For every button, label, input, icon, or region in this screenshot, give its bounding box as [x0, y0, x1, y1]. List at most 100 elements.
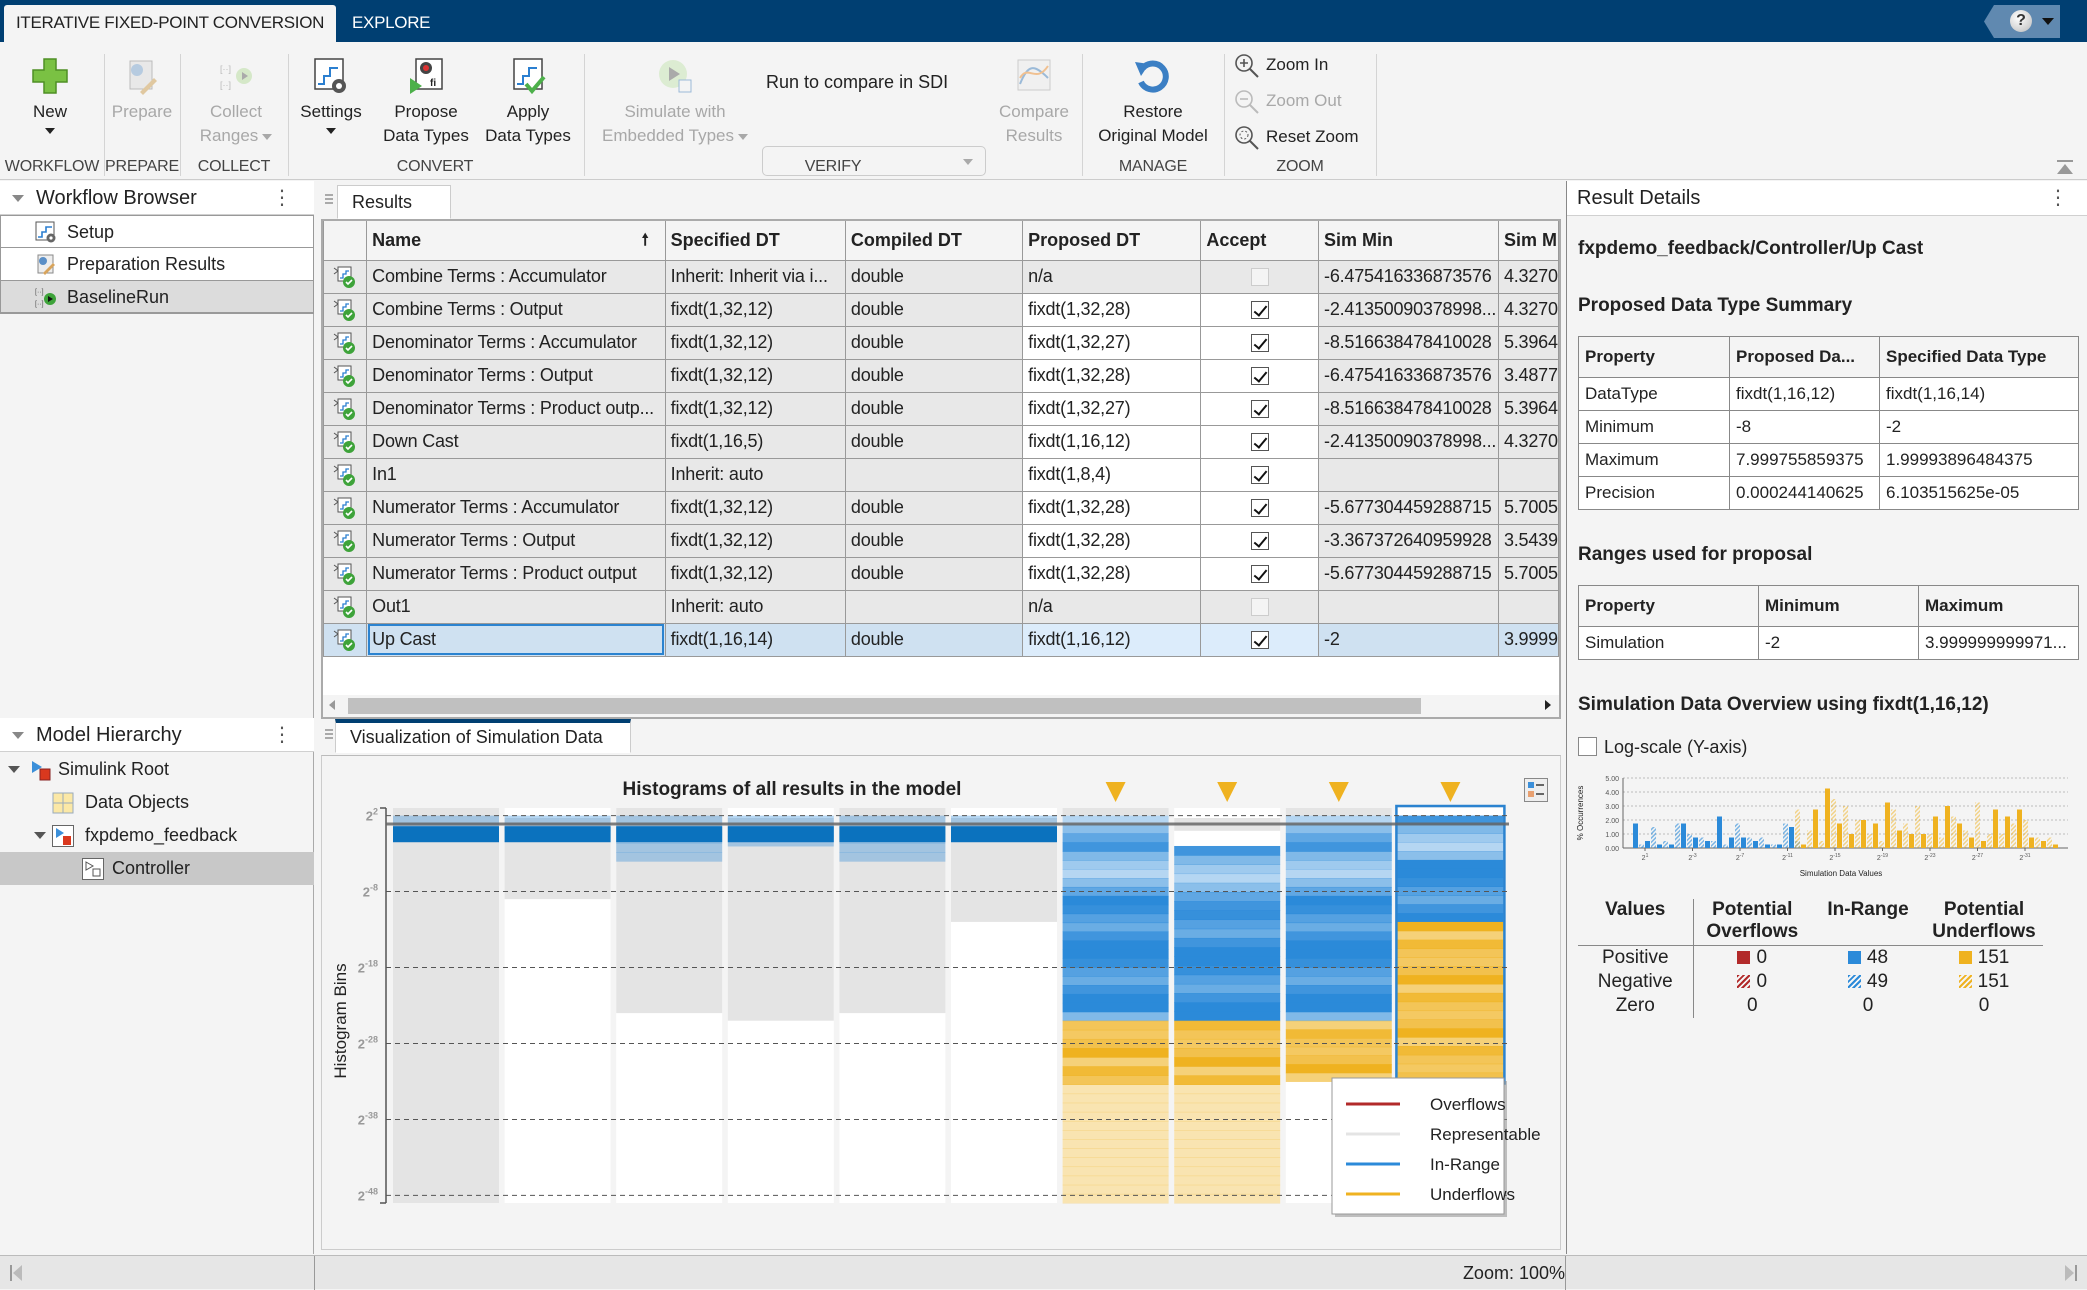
- name-cell[interactable]: Up Cast: [366, 622, 666, 657]
- collapse-left-icon[interactable]: [10, 1265, 24, 1281]
- prepare-button[interactable]: Prepare: [108, 56, 176, 124]
- panel-menu-icon[interactable]: ⋮: [2048, 181, 2068, 216]
- specified-dt-cell[interactable]: Inherit: auto: [664, 457, 846, 492]
- specified-dt-cell[interactable]: Inherit: auto: [664, 589, 846, 624]
- propose-data-types-button[interactable]: fi Propose Data Types: [378, 56, 474, 148]
- legend-toggle-button[interactable]: [1524, 778, 1548, 802]
- table-row[interactable]: Combine Terms : Accumulator Inherit: Inhe…: [323, 259, 1559, 294]
- column-header-compiled-dt[interactable]: Compiled DT: [844, 221, 1024, 261]
- specified-dt-cell[interactable]: fixdt(1,16,14): [664, 622, 846, 657]
- table-row[interactable]: Combine Terms : Output fixdt(1,32,12) doub…: [323, 292, 1559, 327]
- accept-cell[interactable]: [1200, 589, 1320, 624]
- checkbox-box[interactable]: [1578, 737, 1597, 756]
- accept-checkbox[interactable]: [1250, 631, 1269, 650]
- workflow-browser-header[interactable]: Workflow Browser ⋮: [0, 181, 314, 215]
- warning-marker-icon[interactable]: [1328, 782, 1349, 802]
- warning-marker-icon[interactable]: [1440, 782, 1461, 802]
- name-cell[interactable]: Denominator Terms : Accumulator: [366, 325, 666, 360]
- proposed-dt-cell[interactable]: fixdt(1,32,28): [1022, 556, 1202, 591]
- specified-dt-cell[interactable]: Inherit: Inherit via i...: [664, 259, 846, 294]
- warning-marker-icon[interactable]: [1105, 782, 1126, 802]
- settings-button[interactable]: Settings: [296, 56, 366, 134]
- accept-checkbox[interactable]: [1250, 301, 1269, 320]
- workflow-item-baselinerun[interactable]: [··] [··] BaselineRun: [0, 281, 314, 314]
- table-row[interactable]: Down Cast fixdt(1,16,5) double fixdt(1,16,1…: [323, 424, 1559, 459]
- log-scale-checkbox[interactable]: Log-scale (Y-axis): [1578, 736, 1747, 758]
- proposed-dt-cell[interactable]: fixdt(1,32,28): [1022, 292, 1202, 327]
- accept-cell[interactable]: [1200, 391, 1320, 426]
- column-header-name[interactable]: Name 🠕: [366, 221, 666, 261]
- warning-marker-icon[interactable]: [1217, 782, 1238, 802]
- tree-item-simulink-root[interactable]: Simulink Root: [0, 753, 314, 786]
- accept-cell[interactable]: [1200, 325, 1320, 360]
- name-cell[interactable]: Denominator Terms : Output: [366, 358, 666, 393]
- collect-ranges-button[interactable]: [··] [··] Collect Ranges: [190, 56, 282, 148]
- name-cell[interactable]: Numerator Terms : Accumulator: [366, 490, 666, 525]
- proposed-dt-cell[interactable]: fixdt(1,32,27): [1022, 391, 1202, 426]
- specified-dt-cell[interactable]: fixdt(1,16,5): [664, 424, 846, 459]
- collapse-right-icon[interactable]: [2063, 1265, 2077, 1281]
- specified-dt-cell[interactable]: fixdt(1,32,12): [664, 490, 846, 525]
- simulate-with-embedded-types-button[interactable]: Simulate with Embedded Types: [592, 56, 758, 148]
- name-cell[interactable]: Combine Terms : Accumulator: [366, 259, 666, 294]
- apply-data-types-button[interactable]: Apply Data Types: [480, 56, 576, 148]
- accept-cell[interactable]: [1200, 358, 1320, 393]
- tab-iterative-fixed-point-conversion[interactable]: ITERATIVE FIXED-POINT CONVERSION: [4, 5, 337, 42]
- proposed-dt-cell[interactable]: fixdt(1,32,28): [1022, 490, 1202, 525]
- column-header-specified-dt[interactable]: Specified DT: [664, 221, 846, 261]
- tree-item-controller[interactable]: Controller: [0, 852, 314, 885]
- table-row[interactable]: Numerator Terms : Product output fixdt(1,…: [323, 556, 1559, 591]
- accept-checkbox[interactable]: [1250, 367, 1269, 386]
- drag-handle-icon[interactable]: [325, 729, 333, 739]
- column-header-sim-max[interactable]: Sim M: [1497, 221, 1559, 261]
- reset-zoom-button[interactable]: Reset Zoom: [1232, 124, 1359, 150]
- specified-dt-cell[interactable]: fixdt(1,32,12): [664, 391, 846, 426]
- compare-results-button[interactable]: Compare Results: [994, 56, 1074, 148]
- workflow-item-setup[interactable]: Setup: [0, 215, 314, 248]
- proposed-dt-cell[interactable]: fixdt(1,8,4): [1022, 457, 1202, 492]
- proposed-dt-cell[interactable]: fixdt(1,32,28): [1022, 523, 1202, 558]
- tab-explore[interactable]: EXPLORE: [340, 5, 442, 42]
- help-button[interactable]: ?: [1984, 5, 2060, 38]
- accept-checkbox[interactable]: [1250, 565, 1269, 584]
- accept-checkbox[interactable]: [1250, 334, 1269, 353]
- expand-icon[interactable]: [34, 832, 46, 839]
- panel-menu-icon[interactable]: ⋮: [272, 185, 292, 211]
- panel-menu-icon[interactable]: ⋮: [272, 722, 292, 748]
- expand-icon[interactable]: [8, 766, 20, 773]
- specified-dt-cell[interactable]: fixdt(1,32,12): [664, 325, 846, 360]
- new-button[interactable]: New: [22, 56, 78, 134]
- column-header-proposed-dt[interactable]: Proposed DT: [1022, 221, 1202, 261]
- table-row[interactable]: Out1 Inherit: auto n/a: [323, 589, 1559, 624]
- name-cell[interactable]: Combine Terms : Output: [366, 292, 666, 327]
- table-row[interactable]: Denominator Terms : Accumulator fixdt(1,3…: [323, 325, 1559, 360]
- accept-cell[interactable]: [1200, 523, 1320, 558]
- table-row[interactable]: Numerator Terms : Output fixdt(1,32,12) do…: [323, 523, 1559, 558]
- tab-visualization[interactable]: Visualization of Simulation Data: [335, 719, 631, 753]
- drag-handle-icon[interactable]: [325, 194, 333, 204]
- collapse-toolstrip-button[interactable]: [2057, 160, 2073, 174]
- tab-results[interactable]: Results: [337, 185, 451, 219]
- model-hierarchy-header[interactable]: Model Hierarchy ⋮: [0, 718, 314, 752]
- workflow-item-preparation-results[interactable]: Preparation Results: [0, 248, 314, 281]
- accept-checkbox[interactable]: [1250, 433, 1269, 452]
- tree-item-fxpdemo-feedback[interactable]: fxpdemo_feedback: [0, 819, 314, 852]
- name-cell[interactable]: Numerator Terms : Output: [366, 523, 666, 558]
- scroll-right-icon[interactable]: [1545, 700, 1551, 710]
- scrollbar-thumb[interactable]: [348, 698, 1421, 714]
- zoom-out-button[interactable]: Zoom Out: [1232, 88, 1342, 114]
- accept-cell[interactable]: [1200, 292, 1320, 327]
- name-cell[interactable]: In1: [366, 457, 666, 492]
- accept-checkbox[interactable]: [1250, 400, 1269, 419]
- specified-dt-cell[interactable]: fixdt(1,32,12): [664, 556, 846, 591]
- name-cell[interactable]: Out1: [366, 589, 666, 624]
- proposed-dt-cell[interactable]: fixdt(1,16,12): [1022, 424, 1202, 459]
- accept-cell[interactable]: [1200, 424, 1320, 459]
- accept-cell[interactable]: [1200, 457, 1320, 492]
- proposed-dt-cell[interactable]: n/a: [1022, 259, 1202, 294]
- restore-original-model-button[interactable]: Restore Original Model: [1090, 56, 1216, 148]
- zoom-in-button[interactable]: Zoom In: [1232, 52, 1328, 78]
- specified-dt-cell[interactable]: fixdt(1,32,12): [664, 358, 846, 393]
- table-row[interactable]: In1 Inherit: auto fixdt(1,8,4): [323, 457, 1559, 492]
- specified-dt-cell[interactable]: fixdt(1,32,12): [664, 292, 846, 327]
